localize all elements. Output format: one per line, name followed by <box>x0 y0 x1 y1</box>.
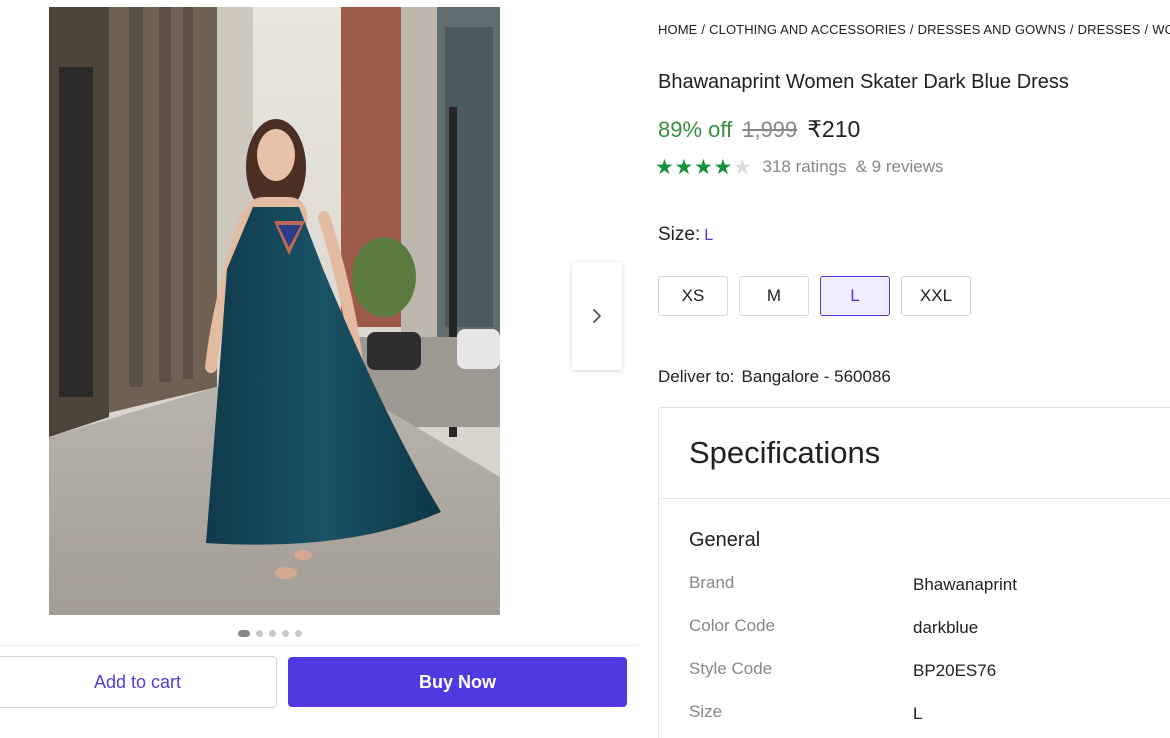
breadcrumb-item[interactable]: CLOTHING AND ACCESSORIES <box>709 22 906 37</box>
breadcrumb-item[interactable]: WOMEN <box>1152 22 1170 37</box>
spec-row: Style Code BP20ES76 <box>689 659 1149 681</box>
spec-row: Color Code darkblue <box>689 616 1149 638</box>
specifications-panel: Specifications General Brand Bhawanaprin… <box>658 407 1170 738</box>
chevron-right-icon <box>593 309 601 323</box>
product-title: Bhawanaprint Women Skater Dark Blue Dres… <box>658 71 1069 93</box>
spec-value: darkblue <box>913 618 979 637</box>
buy-now-button[interactable]: Buy Now <box>288 657 627 707</box>
product-image[interactable] <box>49 7 500 615</box>
size-option-xs[interactable]: XS <box>658 276 728 316</box>
image-carousel-dots <box>238 629 302 637</box>
rating-row: ★ ★ ★ ★ ★ 318 ratings & 9 reviews <box>655 156 944 178</box>
spec-group-title: General <box>689 529 761 551</box>
carousel-dot[interactable] <box>269 629 276 637</box>
carousel-dot[interactable] <box>295 629 302 637</box>
product-photo <box>49 7 500 615</box>
reviews-count[interactable]: & 9 reviews <box>856 157 944 177</box>
selling-price: ₹210 <box>807 116 861 142</box>
selected-size: L <box>704 227 714 244</box>
price-row: 89% off 1,999 ₹210 <box>658 116 860 143</box>
next-image-button[interactable] <box>572 262 622 370</box>
carousel-dot[interactable] <box>238 629 250 637</box>
breadcrumb-item[interactable]: DRESSES <box>1078 22 1141 37</box>
deliver-pincode: Bangalore - 560086 <box>741 367 891 386</box>
size-label: Size: L <box>658 224 714 245</box>
spec-key: Brand <box>689 573 735 592</box>
carousel-dot[interactable] <box>282 629 289 637</box>
spec-value: Bhawanaprint <box>913 575 1017 594</box>
size-option-xxl[interactable]: XXL <box>901 276 971 316</box>
spec-value: L <box>913 704 923 723</box>
star-icon: ★ <box>694 155 713 179</box>
delivery-location[interactable]: Deliver to: Bangalore - 560086 <box>658 367 891 387</box>
breadcrumb-item[interactable]: DRESSES AND GOWNS <box>918 22 1066 37</box>
star-icon: ★ <box>674 155 694 179</box>
specifications-title: Specifications <box>659 408 1170 499</box>
carousel-dot[interactable] <box>256 629 263 637</box>
size-option-m[interactable]: M <box>739 276 809 316</box>
rating-stars: ★ ★ ★ ★ ★ <box>655 156 753 178</box>
spec-value: BP20ES76 <box>913 661 997 680</box>
original-price: 1,999 <box>742 117 798 142</box>
discount-percent: 89% off <box>658 117 733 142</box>
deliver-label: Deliver to: <box>658 367 735 386</box>
star-icon: ★ <box>655 155 674 179</box>
ratings-count[interactable]: 318 ratings <box>763 157 847 177</box>
star-icon: ★ <box>733 155 752 179</box>
spec-key: Style Code <box>689 659 773 678</box>
spec-row: Brand Bhawanaprint <box>689 573 1149 595</box>
breadcrumb-item[interactable]: HOME <box>658 22 697 37</box>
star-icon: ★ <box>713 155 733 179</box>
spec-row: Size L <box>689 702 1149 724</box>
breadcrumb: HOME / CLOTHING AND ACCESSORIES / DRESSES AN… <box>658 22 1170 37</box>
add-to-cart-button[interactable]: Add to cart <box>0 656 277 708</box>
size-option-l[interactable]: L <box>820 276 890 316</box>
spec-key: Color Code <box>689 616 775 635</box>
spec-key: Size <box>689 702 723 721</box>
